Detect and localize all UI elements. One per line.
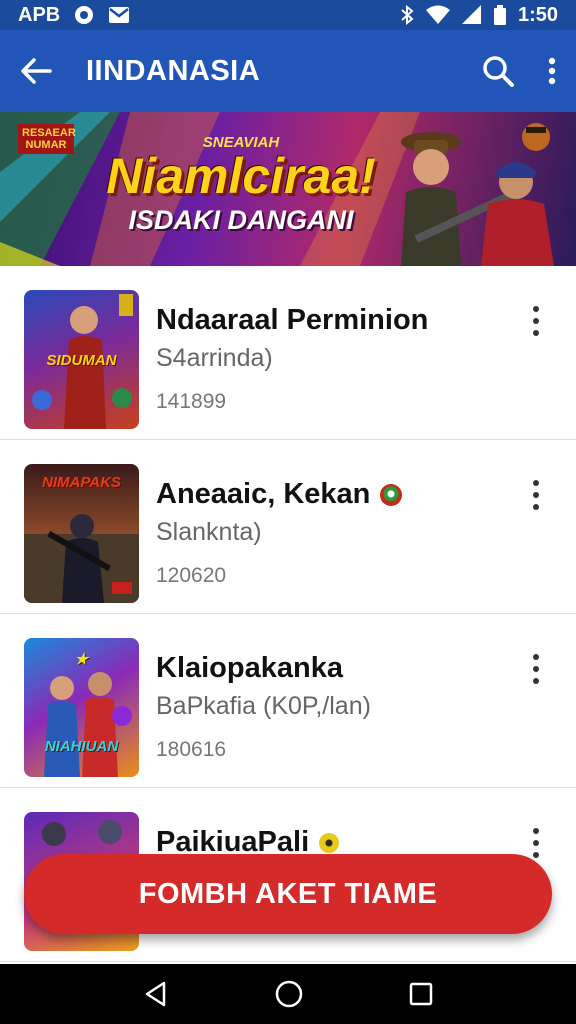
more-vert-icon[interactable] bbox=[548, 57, 556, 85]
item-subtitle: BaPkafia (K0P,/lan) bbox=[156, 692, 371, 720]
game-thumbnail: ★ NIAHIUAN bbox=[24, 638, 139, 777]
game-thumbnail: NIMAPAKS bbox=[24, 464, 139, 603]
status-time: 1:50 bbox=[517, 3, 558, 26]
banner-subtitle: ISDAKI DANGANI bbox=[128, 205, 354, 235]
banner-badge: RESAEAR NUMAR bbox=[18, 124, 76, 155]
home-circle-icon[interactable] bbox=[274, 979, 304, 1009]
back-triangle-icon[interactable] bbox=[142, 980, 170, 1008]
banner-characters-illustration bbox=[401, 123, 554, 266]
list-item[interactable]: ★ NIAHIUAN Klaiopakanka BaPkafia (K0P,/l… bbox=[0, 614, 576, 788]
list-item[interactable]: NIMAPAKS Aneaaic, Kekan Slanknta) 120620 bbox=[0, 440, 576, 614]
recents-square-icon[interactable] bbox=[408, 981, 434, 1007]
primary-cta-button[interactable]: FOMBH AKET TIAME bbox=[24, 854, 552, 934]
page-title: IINDANASIA bbox=[86, 54, 261, 87]
media-circle-icon bbox=[74, 5, 94, 25]
item-count: 141899 bbox=[156, 390, 227, 413]
item-more-vert-icon[interactable] bbox=[524, 306, 548, 336]
item-subtitle: S4arrinda) bbox=[156, 344, 273, 372]
item-more-vert-icon[interactable] bbox=[524, 828, 548, 858]
banner-headline: SNEAVIAH Niamlciraa! ISDAKI DANGANI bbox=[86, 134, 396, 236]
item-title: Klaiopakanka bbox=[156, 652, 343, 685]
status-bar: APB 1:50 bbox=[0, 0, 576, 30]
item-title-text: Ndaaraal Perminion bbox=[156, 304, 429, 336]
banner-title: Niamlciraa! bbox=[106, 148, 376, 204]
battery-icon bbox=[493, 5, 506, 25]
back-arrow-icon[interactable] bbox=[20, 57, 52, 85]
bluetooth-icon bbox=[400, 5, 414, 25]
app-bar: IINDANASIA bbox=[0, 30, 576, 112]
item-count: 180616 bbox=[156, 738, 227, 761]
item-title: Aneaaic, Kekan bbox=[156, 478, 403, 511]
game-thumbnail: SIDUMAN bbox=[24, 290, 139, 429]
status-carrier-text: APB bbox=[18, 3, 61, 26]
yellow-badge-icon bbox=[319, 832, 340, 853]
gmail-icon bbox=[108, 6, 130, 24]
green-red-badge-icon bbox=[380, 483, 403, 506]
signal-icon bbox=[461, 5, 482, 25]
item-subtitle: Slanknta) bbox=[156, 518, 262, 546]
wifi-icon bbox=[425, 5, 450, 25]
list-item[interactable]: SIDUMAN Ndaaraal Perminion S4arrinda) 14… bbox=[0, 266, 576, 440]
thumbnail-title: NIMAPAKS bbox=[42, 474, 121, 491]
search-icon[interactable] bbox=[482, 55, 514, 87]
item-count: 120620 bbox=[156, 564, 227, 587]
item-more-vert-icon[interactable] bbox=[524, 654, 548, 684]
item-more-vert-icon[interactable] bbox=[524, 480, 548, 510]
system-nav-bar bbox=[0, 964, 576, 1024]
item-title-text: Klaiopakanka bbox=[156, 652, 343, 684]
item-title-text: Aneaaic, Kekan bbox=[156, 478, 371, 510]
thumbnail-title: NIAHIUAN bbox=[44, 738, 119, 755]
promo-banner[interactable]: RESAEAR NUMAR SNEAVIAH Niamlciraa! ISDAK… bbox=[0, 112, 576, 266]
thumbnail-badge-text: ★ bbox=[74, 651, 89, 668]
item-title: Ndaaraal Perminion bbox=[156, 304, 428, 337]
thumbnail-title: SIDUMAN bbox=[46, 352, 117, 369]
